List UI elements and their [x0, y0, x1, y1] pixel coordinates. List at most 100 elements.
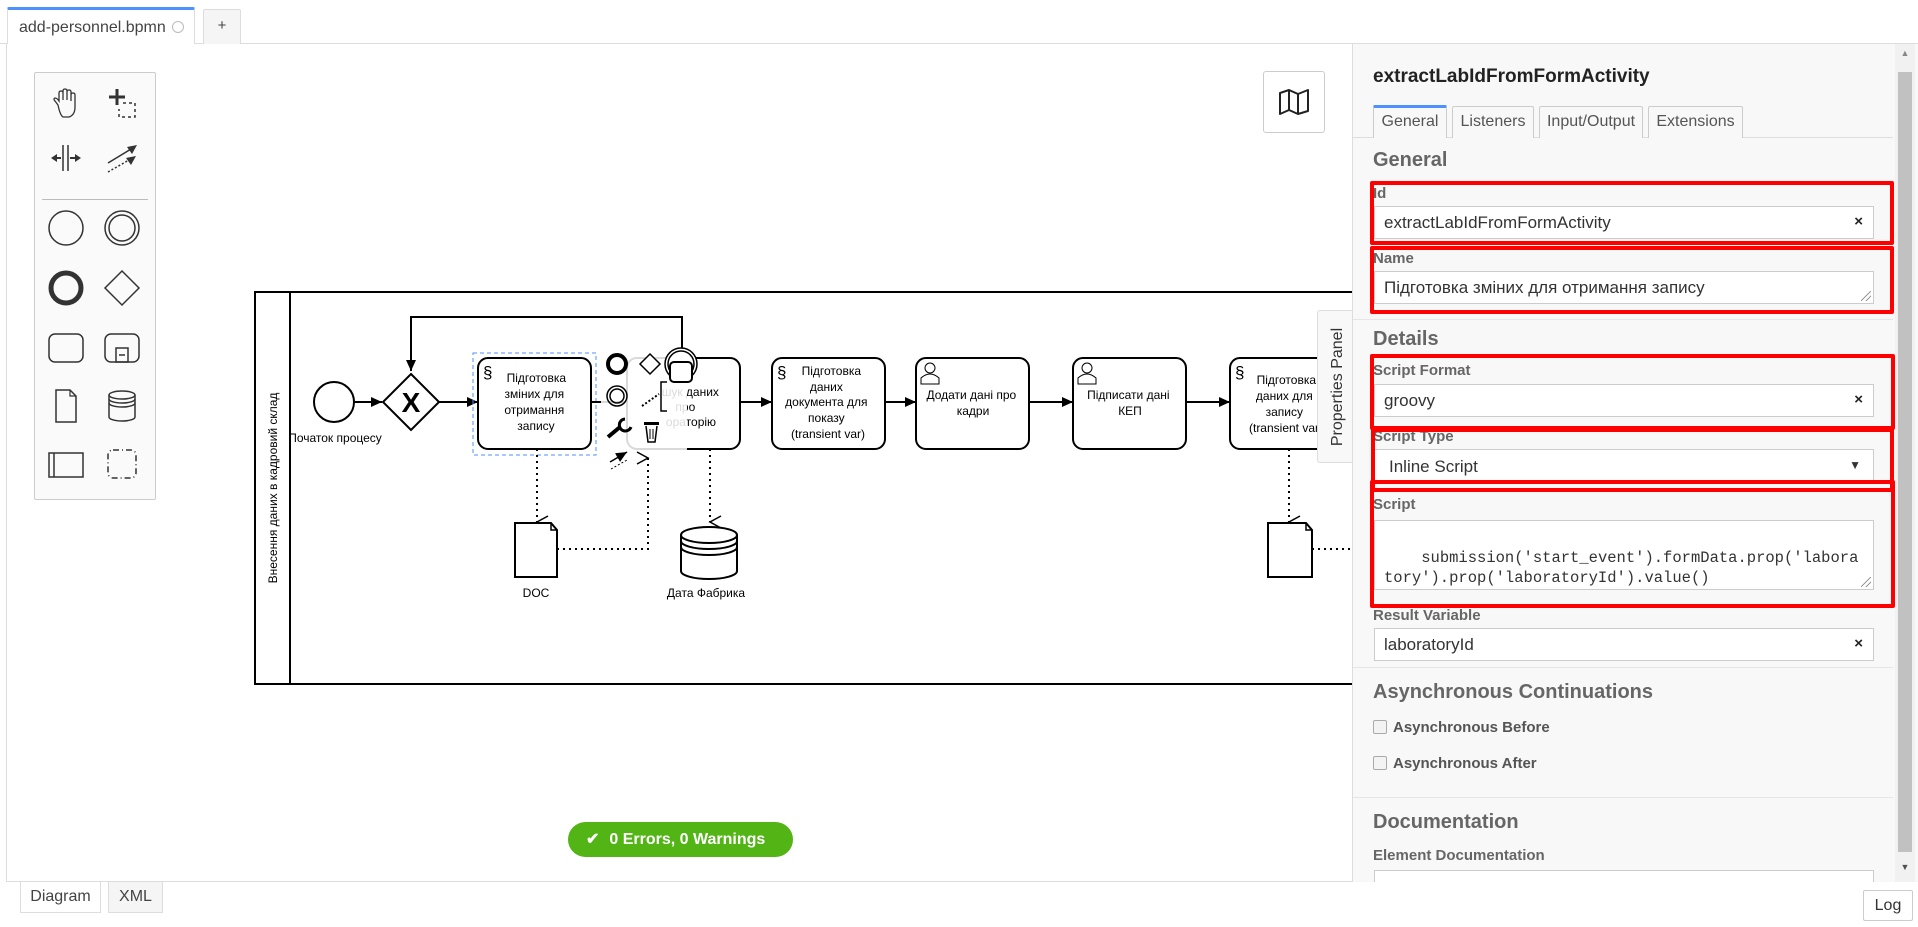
task-prepare-variables[interactable]: § Підготовка зміних для отримання запису: [472, 352, 597, 456]
task-line: даних для: [1256, 389, 1313, 403]
task-line: Підписати дані: [1087, 388, 1169, 402]
map-icon: [1279, 89, 1309, 115]
task-line: Підготовка: [507, 371, 567, 385]
double-circle-icon: [104, 210, 140, 246]
validation-text: 0 Errors, 0 Warnings: [609, 831, 766, 848]
hand-icon: [53, 88, 76, 118]
group-async-title: Asynchronous Continuations: [1373, 681, 1653, 703]
create-subprocess[interactable]: [97, 323, 147, 373]
create-data-store[interactable]: [97, 381, 147, 431]
create-participant[interactable]: [41, 439, 91, 489]
create-gateway[interactable]: [97, 263, 147, 313]
palette: [34, 72, 156, 500]
lasso-tool[interactable]: [97, 79, 147, 129]
scroll-thumb[interactable]: [1898, 72, 1912, 852]
pool[interactable]: Внесення даних в кадровий склад: [254, 291, 1352, 685]
task-line: Підготовка: [1257, 373, 1317, 387]
validation-status-badge[interactable]: ✔ 0 Errors, 0 Warnings: [568, 822, 793, 857]
file-tab-add-personnel[interactable]: add-personnel.bpmn: [7, 7, 195, 45]
subprocess-icon: [104, 333, 140, 363]
properties-panel-toggle-label: Properties Panel: [1328, 327, 1346, 446]
tab-diagram[interactable]: Diagram: [20, 882, 101, 913]
clear-result-variable-icon[interactable]: ×: [1854, 635, 1863, 652]
group-details-title: Details: [1373, 328, 1439, 350]
context-pad: [601, 347, 698, 473]
task-line: отримання: [504, 403, 564, 417]
create-intermediate-event[interactable]: [97, 203, 147, 253]
tab-listeners[interactable]: Listeners: [1452, 106, 1534, 138]
task-line: Підготовка: [802, 364, 862, 378]
minimap-toggle-button[interactable]: [1263, 71, 1325, 133]
tab-xml[interactable]: XML: [108, 882, 163, 913]
properties-panel-toggle[interactable]: Properties Panel: [1317, 310, 1352, 463]
result-variable-label: Result Variable: [1373, 607, 1481, 624]
tab-general[interactable]: General: [1373, 105, 1447, 138]
create-group[interactable]: [97, 439, 147, 489]
task-prepare-document-data[interactable]: § Підготовка даних документа для показу …: [771, 357, 886, 450]
async-after-checkbox-row[interactable]: Asynchronous After: [1373, 755, 1537, 772]
script-task-icon: §: [777, 363, 786, 382]
create-end-event[interactable]: [41, 263, 91, 313]
data-store-label: Дата Фабрика: [667, 586, 745, 600]
script-task-icon: §: [1235, 363, 1244, 382]
async-before-checkbox[interactable]: [1373, 720, 1387, 734]
circle-icon: [48, 210, 84, 246]
result-variable-value: laboratoryId: [1384, 635, 1474, 654]
create-start-event[interactable]: [41, 203, 91, 253]
properties-panel: extractLabIdFromFormActivity General Lis…: [1352, 44, 1918, 882]
task-add-personnel-data[interactable]: Додати дані про кадри: [915, 357, 1030, 450]
diagram-canvas[interactable]: Внесення даних в кадровий склад Початок …: [6, 44, 1352, 882]
log-button[interactable]: Log: [1863, 890, 1913, 921]
bpmn-diagram: Внесення даних в кадровий склад Початок …: [254, 291, 1352, 685]
palette-separator: [42, 199, 148, 200]
task-line: документа для: [785, 395, 867, 409]
tab-extensions[interactable]: Extensions: [1648, 106, 1743, 138]
group-documentation-title: Documentation: [1373, 811, 1519, 833]
task-sign-data[interactable]: Підписати дані КЕП: [1072, 357, 1187, 450]
start-event-label: Початок процесу: [288, 431, 382, 445]
task-line: кадри: [957, 404, 990, 418]
divider: [1353, 319, 1893, 320]
pool-label: Внесення даних в кадровий склад: [266, 393, 280, 584]
global-connect-tool[interactable]: [97, 133, 147, 183]
tab-input-output[interactable]: Input/Output: [1539, 106, 1643, 138]
element-documentation-input[interactable]: [1374, 870, 1874, 882]
task-line: Додати дані про: [926, 388, 1016, 402]
group-general-title: General: [1373, 149, 1448, 171]
gateway-x-icon: X: [402, 387, 421, 418]
task-line: (transient var): [791, 427, 865, 441]
highlight-name: [1370, 246, 1894, 314]
create-data-object[interactable]: [41, 381, 91, 431]
highlight-id: [1370, 181, 1894, 245]
space-tool[interactable]: [41, 133, 91, 183]
group-icon: [107, 449, 137, 479]
highlight-script-format: [1370, 354, 1895, 430]
data-object-2[interactable]: [1267, 522, 1313, 578]
add-tab-button[interactable]: +: [203, 9, 241, 44]
script-task-icon: §: [483, 363, 492, 382]
rounded-rect-icon: [48, 333, 84, 363]
scroll-down-arrow-icon[interactable]: ▼: [1895, 862, 1915, 878]
lasso-icon: [109, 89, 136, 118]
async-after-checkbox[interactable]: [1373, 756, 1387, 770]
space-icon: [51, 145, 81, 171]
check-icon: ✔: [586, 831, 600, 848]
hand-tool[interactable]: [41, 79, 91, 129]
task-line: показу: [808, 411, 845, 425]
async-before-checkbox-row[interactable]: Asynchronous Before: [1373, 719, 1550, 736]
diamond-icon: [103, 269, 141, 307]
scroll-up-arrow-icon[interactable]: ▲: [1895, 48, 1915, 64]
highlight-script: [1370, 480, 1895, 608]
data-object-label: DOC: [523, 586, 550, 600]
task-line: зміних для: [505, 387, 565, 401]
divider: [1353, 797, 1893, 798]
properties-scrollbar[interactable]: ▲ ▼: [1895, 44, 1915, 882]
divider: [1353, 667, 1893, 668]
connect-icon: [107, 145, 137, 173]
bold-circle-icon: [48, 270, 84, 306]
boundary-event-icon[interactable]: [664, 347, 698, 383]
task-line: даних: [810, 380, 843, 394]
create-task[interactable]: [41, 323, 91, 373]
element-documentation-label: Element Documentation: [1373, 847, 1545, 864]
result-variable-input[interactable]: laboratoryId ×: [1374, 628, 1874, 661]
